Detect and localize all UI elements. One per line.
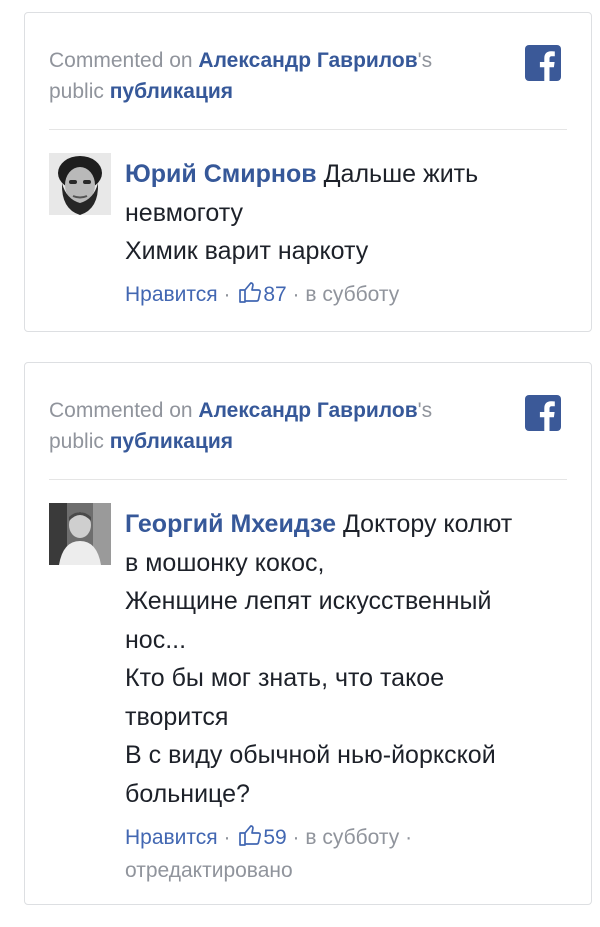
- like-count[interactable]: 59: [263, 826, 286, 849]
- comment-text-line: Кто бы мог знать, что такое: [125, 664, 445, 692]
- header-public-word: public: [49, 430, 110, 453]
- comment-text-line: творится: [125, 702, 229, 731]
- meta-separator: ·: [399, 826, 413, 849]
- post-link[interactable]: публикация: [110, 430, 233, 453]
- post-author-link[interactable]: Александр Гаврилов: [198, 399, 417, 422]
- post-author-link[interactable]: Александр Гаврилов: [198, 49, 417, 72]
- edited-label[interactable]: отредактировано: [125, 859, 293, 882]
- comment-body: Юрий Смирнов Дальше жить невмоготу Химик…: [125, 155, 563, 271]
- meta-separator: ·: [217, 826, 237, 849]
- comment-timestamp[interactable]: в субботу: [305, 826, 399, 849]
- comment-meta: Нравится · 87 · в субботу: [125, 280, 563, 313]
- comment-text-line: Дальше жить: [323, 160, 479, 188]
- commenter-name-link[interactable]: Георгий Мхеидзе: [125, 510, 336, 538]
- like-count[interactable]: 87: [263, 283, 286, 306]
- header-possessive: 's: [417, 49, 433, 72]
- avatar[interactable]: [49, 153, 111, 215]
- comment-card: Commented on Александр Гаврилов's public…: [24, 362, 592, 905]
- card-header: Commented on Александр Гаврилов's public…: [49, 45, 479, 107]
- facebook-logo-icon[interactable]: [525, 45, 561, 81]
- meta-separator: ·: [217, 283, 237, 306]
- comment-text-line: Женщине лепят искусственный: [125, 587, 492, 615]
- meta-separator: ·: [286, 826, 306, 849]
- comment-meta: Нравится · 59 · в субботу · отредактиров…: [125, 823, 563, 886]
- header-divider: [49, 129, 567, 130]
- header-public-word: public: [49, 80, 110, 103]
- commenter-name-link[interactable]: Юрий Смирнов: [125, 160, 317, 188]
- thumbs-up-icon[interactable]: [238, 823, 262, 856]
- facebook-logo-icon[interactable]: [525, 395, 561, 431]
- comment-body: Георгий Мхеидзе Доктору колют в мошонку …: [125, 505, 563, 813]
- thumbs-up-icon[interactable]: [238, 280, 262, 313]
- post-link[interactable]: публикация: [110, 80, 233, 103]
- avatar[interactable]: [49, 503, 111, 565]
- comment-text-line: В с виду обычной нью-йоркской: [125, 741, 496, 769]
- comment-text-line: Доктору колют: [342, 510, 513, 538]
- comment-text-line: в мошонку кокос,: [125, 548, 325, 577]
- comment-timestamp[interactable]: в субботу: [305, 283, 399, 306]
- header-prefix: Commented on: [49, 49, 199, 72]
- comment-text-line: больнице?: [125, 779, 250, 808]
- comment-text-line: невмоготу: [125, 198, 243, 227]
- header-divider: [49, 479, 567, 480]
- like-link[interactable]: Нравится: [125, 826, 218, 849]
- comment-text-line: нос...: [125, 625, 187, 654]
- comment-card: Commented on Александр Гаврилов's public…: [24, 12, 592, 332]
- header-prefix: Commented on: [49, 399, 199, 422]
- header-possessive: 's: [417, 399, 433, 422]
- comment-text-line: Химик варит наркоту: [125, 237, 369, 265]
- like-link[interactable]: Нравится: [125, 283, 218, 306]
- card-header: Commented on Александр Гаврилов's public…: [49, 395, 479, 457]
- meta-separator: ·: [286, 283, 306, 306]
